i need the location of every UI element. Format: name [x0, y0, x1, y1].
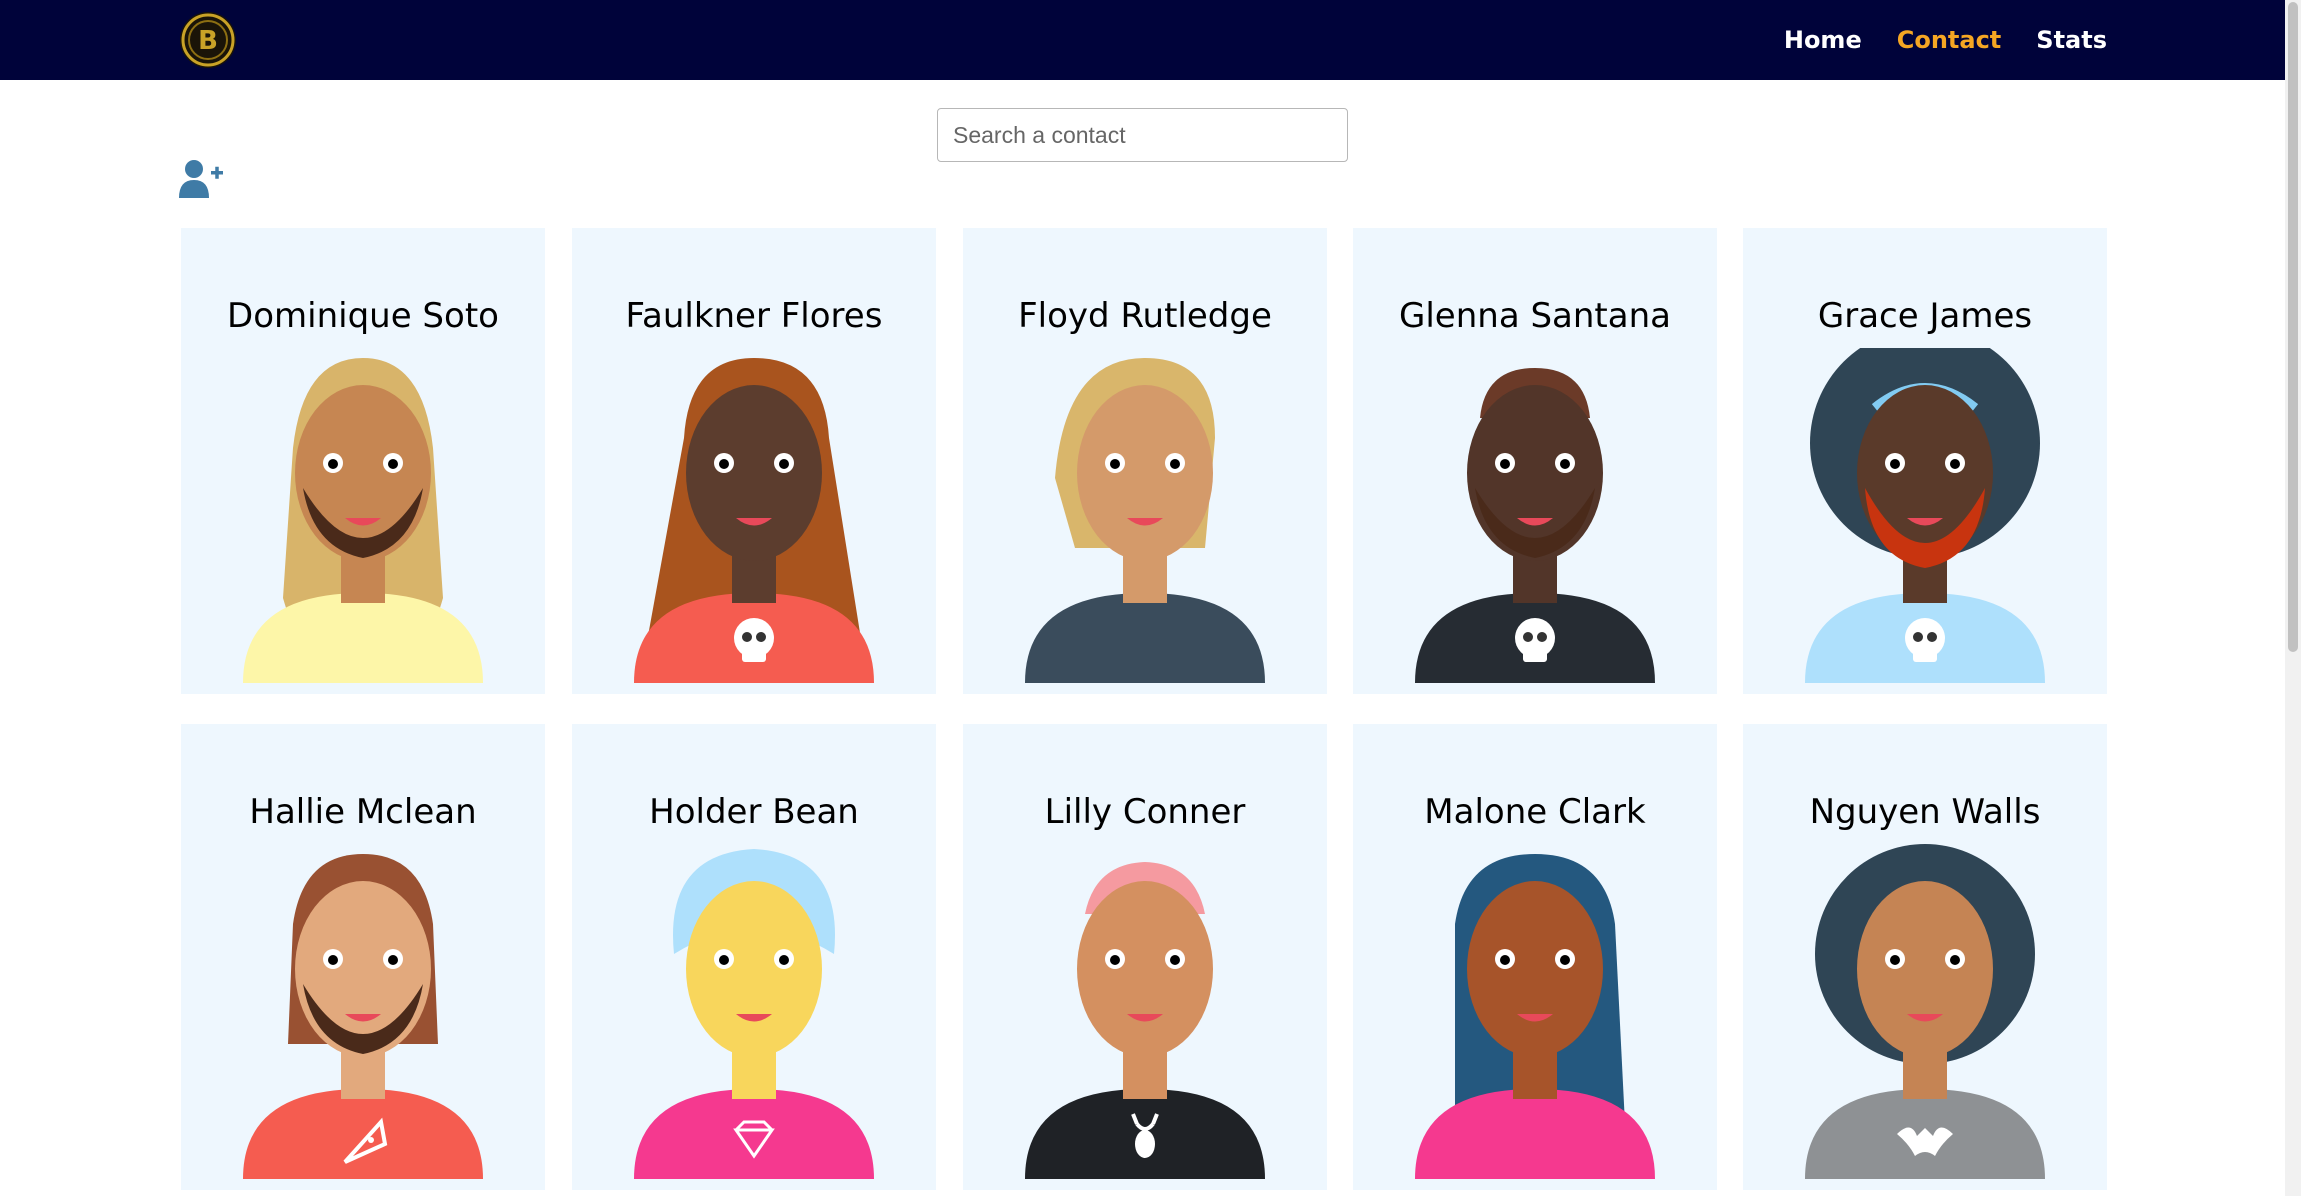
face — [686, 881, 822, 1057]
contact-name: Faulkner Flores — [625, 296, 883, 336]
add-user-icon[interactable] — [179, 158, 224, 198]
contact-card[interactable]: Holder Bean — [572, 724, 936, 1190]
avatar — [1805, 844, 2045, 1179]
avatar — [1025, 862, 1265, 1179]
avatar — [1415, 854, 1655, 1179]
contact-name: Malone Clark — [1424, 792, 1646, 832]
shirt — [243, 593, 483, 683]
contact-name: Hallie Mclean — [249, 792, 477, 832]
contact-name: Lilly Conner — [1044, 792, 1246, 832]
contact-name: Glenna Santana — [1399, 296, 1671, 336]
page-scrollbar[interactable] — [2285, 0, 2301, 1196]
contact-card[interactable]: Dominique Soto — [181, 228, 545, 694]
contact-card[interactable]: Grace James — [1743, 228, 2107, 694]
avatar — [243, 854, 483, 1179]
avatar — [634, 358, 874, 683]
shirt — [243, 1089, 483, 1179]
contact-card[interactable]: Faulkner Flores — [572, 228, 936, 694]
contact-card[interactable]: Hallie Mclean — [181, 724, 545, 1190]
svg-text:B: B — [198, 26, 218, 56]
contact-card[interactable]: Lilly Conner — [963, 724, 1327, 1190]
contact-name: Floyd Rutledge — [1018, 296, 1272, 336]
contact-name: Grace James — [1817, 296, 2033, 336]
contact-card[interactable]: Malone Clark — [1353, 724, 1717, 1190]
shirt — [634, 1089, 874, 1179]
avatar — [634, 849, 874, 1179]
contact-name: Nguyen Walls — [1809, 792, 2041, 832]
top-navbar: B Home Contact Stats — [0, 0, 2301, 80]
nav-stats-link[interactable]: Stats — [2036, 26, 2107, 54]
bitcoin-logo-icon[interactable]: B — [179, 11, 237, 69]
search-input[interactable] — [937, 108, 1348, 162]
face — [1467, 385, 1603, 561]
avatar — [1805, 348, 2045, 683]
face — [1077, 385, 1213, 561]
shirt — [1025, 593, 1265, 683]
contact-card[interactable]: Nguyen Walls — [1743, 724, 2107, 1190]
contact-card[interactable]: Glenna Santana — [1353, 228, 1717, 694]
face — [1467, 881, 1603, 1057]
face — [295, 881, 431, 1057]
scrollbar-thumb[interactable] — [2288, 2, 2298, 652]
avatar — [243, 358, 483, 683]
contact-name: Holder Bean — [649, 792, 859, 832]
avatar — [1025, 358, 1265, 683]
contact-card[interactable]: Floyd Rutledge — [963, 228, 1327, 694]
contact-name: Dominique Soto — [227, 296, 499, 336]
nav-home-link[interactable]: Home — [1784, 26, 1862, 54]
face — [1077, 881, 1213, 1057]
face — [1857, 881, 1993, 1057]
avatar — [1415, 368, 1655, 683]
nav-contact-link[interactable]: Contact — [1897, 26, 2002, 54]
face — [295, 385, 431, 561]
face — [686, 385, 822, 561]
